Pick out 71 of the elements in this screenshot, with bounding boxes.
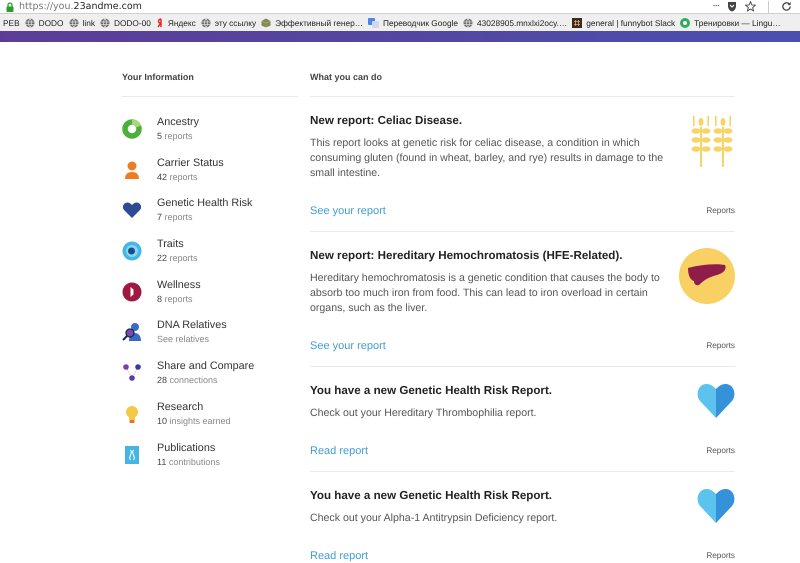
- bookmark-link[interactable]: Яндекс: [168, 18, 196, 28]
- report-title: New report: Celiac Disease.: [310, 113, 464, 129]
- ancestry-donut-icon: [122, 119, 142, 139]
- category-count: See relatives: [157, 333, 210, 346]
- report-title: New report: Hereditary Hemochromatosis (HFE-Related).: [310, 248, 624, 264]
- category-link[interactable]: Ancestry: [157, 115, 200, 129]
- star-icon[interactable]: [745, 1, 756, 12]
- category-link[interactable]: Carrier Status: [157, 156, 224, 170]
- category-link[interactable]: Wellness: [157, 278, 201, 292]
- category-tag: Reports: [706, 203, 735, 219]
- category-link[interactable]: DNA Relatives: [157, 318, 227, 332]
- report-title: You have a new Genetic Health Risk Report.: [310, 488, 554, 504]
- category-link[interactable]: Research: [157, 400, 231, 414]
- bookmark-link[interactable]: Переводчик Google: [383, 18, 458, 28]
- category-count: 8 reports: [157, 292, 194, 306]
- bookmark-link[interactable]: РЕВ: [3, 18, 20, 28]
- category-link[interactable]: Traits: [157, 237, 198, 252]
- category-count: 10 insights earned: [157, 414, 231, 428]
- category-count: 42 reports: [157, 170, 199, 184]
- globe-icon: [68, 18, 79, 28]
- bookmark-link[interactable]: Эффективный генер…: [275, 18, 363, 28]
- category-link[interactable]: Publications: [157, 440, 220, 454]
- section-title: What you can do: [310, 71, 382, 84]
- wellness-circle-icon: [122, 282, 142, 302]
- category-count: 5 reports: [157, 130, 194, 143]
- url-text[interactable]: https://you.23andme.com: [19, 1, 142, 12]
- section-title: Your Information: [122, 71, 194, 84]
- slack-icon: [572, 18, 582, 28]
- heart-icon: [122, 200, 142, 220]
- report-description: Check out your Alpha-1 Antitrypsin Deficiency report.: [310, 511, 558, 526]
- bookmark-link[interactable]: DODO-00: [114, 18, 151, 28]
- translate-icon: [368, 18, 379, 28]
- report-description: This report looks at genetic risk for celiac disease, a condition in which consuming gluten (found in wheat, barley, and rye) results in damage to the small intestine.: [310, 136, 664, 181]
- category-tag: Reports: [706, 338, 735, 354]
- heart-icon: [697, 383, 735, 419]
- bookmark-link[interactable]: link: [82, 18, 95, 28]
- eye-circle-icon: [122, 241, 142, 262]
- liver-icon: [679, 248, 735, 304]
- shield-icon[interactable]: [727, 1, 737, 12]
- wheat-icon: [691, 113, 735, 167]
- bookmark-link[interactable]: general | funnybot Slack: [586, 18, 676, 28]
- connection-dots-icon: [122, 363, 142, 384]
- globe-icon: [100, 18, 110, 28]
- person-icon: [122, 160, 142, 180]
- document-icon: [122, 444, 142, 464]
- globe-icon: [24, 18, 35, 28]
- cube-icon: [261, 18, 272, 28]
- category-count: 7 reports: [157, 211, 194, 224]
- category-link[interactable]: Share and Compare: [157, 359, 254, 374]
- report-description: Hereditary hemochromatosis is a genetic condition that causes the body to absorb too much iron from food. This can lead to iron overload in certain organs, such as the liver.: [310, 271, 661, 316]
- report-description: Check out your Hereditary Thrombophilia report.: [310, 406, 538, 421]
- category-count: 22 reports: [157, 252, 198, 266]
- category-tag: Reports: [706, 548, 735, 563]
- bookmark-link[interactable]: 43028905.mnxlxi2ocy.…: [477, 18, 568, 28]
- bookmark-link[interactable]: эту ссылку: [214, 18, 256, 28]
- ya-letter-icon: [156, 18, 164, 28]
- globe-icon: [463, 18, 474, 28]
- page-actions-button[interactable]: ···: [712, 1, 719, 12]
- category-count: 28 connections: [157, 374, 219, 388]
- globe-icon: [200, 18, 211, 28]
- lock-icon: [6, 2, 14, 12]
- heart-icon: [697, 488, 735, 524]
- report-title: You have a new Genetic Health Risk Report.: [310, 383, 554, 399]
- reload-icon[interactable]: [781, 1, 792, 12]
- category-count: 11 contributions: [157, 456, 220, 468]
- bookmark-link[interactable]: Тренировки — Lingu…: [694, 18, 781, 28]
- lingua-icon: [680, 18, 690, 28]
- bookmark-link[interactable]: DODO: [38, 18, 64, 28]
- category-tag: Reports: [706, 443, 735, 459]
- people-search-icon: [122, 322, 142, 342]
- category-link[interactable]: Genetic Health Risk: [157, 196, 252, 210]
